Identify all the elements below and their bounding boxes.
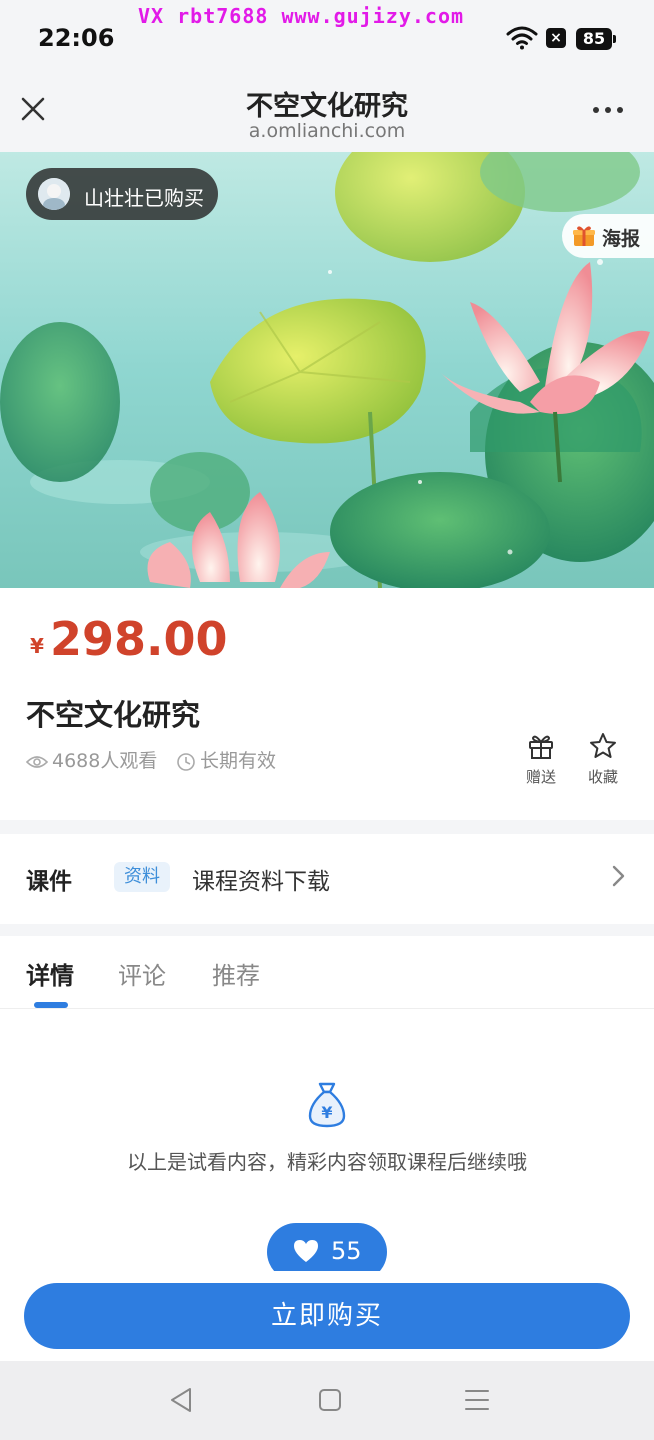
chevron-right-icon [612, 865, 625, 887]
page-domain: a.omlianchi.com [248, 120, 406, 142]
tab-details[interactable]: 详情 [26, 956, 74, 991]
validity-text: 长期有效 [200, 750, 277, 772]
gift-box-icon [573, 226, 595, 246]
menu-lines-icon[interactable] [464, 1388, 490, 1412]
tab-recommend[interactable]: 推荐 [212, 956, 260, 991]
heart-icon [294, 1240, 318, 1262]
product-title: 不空文化研究 [26, 698, 201, 732]
status-time: 22:06 [38, 24, 115, 52]
poster-button[interactable]: 海报 [562, 214, 654, 258]
tab-comments[interactable]: 评论 [118, 956, 166, 991]
back-triangle-icon[interactable] [168, 1386, 194, 1414]
active-tab-indicator [34, 1002, 68, 1008]
material-tag: 资料 [114, 862, 170, 892]
currency-symbol: ¥ [30, 634, 44, 658]
gift-label: 赠送 [525, 768, 556, 786]
validity: 长期有效 [176, 746, 276, 774]
gift-button[interactable]: 赠送 [516, 732, 566, 787]
buyer-notice-text: 山壮壮已购买 [84, 186, 204, 210]
view-count: 4688人观看 [25, 746, 158, 774]
avatar [38, 178, 70, 210]
gift-icon [529, 735, 553, 759]
home-square-icon[interactable] [318, 1388, 342, 1412]
money-bag-icon: ¥ [308, 1082, 346, 1128]
courseware-download-link[interactable]: 课程资料下载 [192, 862, 330, 896]
favorite-label: 收藏 [587, 768, 618, 786]
battery-indicator: 85 [576, 28, 616, 50]
wifi-icon [506, 26, 538, 50]
trial-notice: 以上是试看内容，精彩内容领取课程后继续哦 [127, 1150, 527, 1174]
product-price: 298.00 [50, 612, 228, 666]
like-count: 55 [331, 1237, 362, 1265]
buy-now-button[interactable]: 立即购买 [24, 1283, 630, 1349]
close-notification-icon: × [546, 28, 566, 48]
watermark-text: VX rbt7688 www.gujizy.com [138, 4, 465, 28]
page-title: 不空文化研究 [246, 91, 408, 122]
favorite-button[interactable]: 收藏 [578, 732, 628, 787]
clock-icon [177, 752, 195, 771]
poster-label: 海报 [602, 228, 641, 250]
courseware-label: 课件 [26, 869, 72, 895]
buyer-notice-pill: 山壮壮已购买 [26, 168, 218, 220]
svg-text:¥: ¥ [321, 1103, 332, 1122]
more-options-icon[interactable] [588, 98, 628, 122]
tab-bar [0, 936, 654, 1009]
view-count-text: 4688人观看 [52, 750, 158, 772]
eye-icon [25, 755, 49, 768]
star-icon [590, 733, 616, 758]
